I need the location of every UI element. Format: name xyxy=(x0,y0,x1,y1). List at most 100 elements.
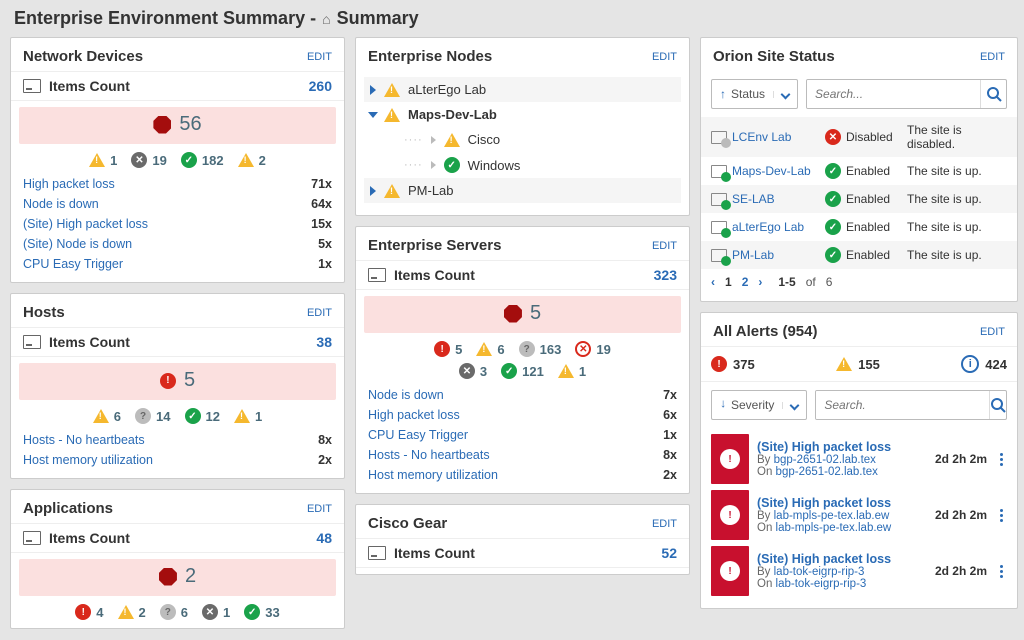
collapse-icon[interactable] xyxy=(368,112,378,118)
status-pair[interactable]: 1 xyxy=(558,364,586,379)
next-page[interactable]: › xyxy=(758,275,762,289)
alert-title[interactable]: (Site) High packet loss xyxy=(757,496,919,510)
kebab-menu[interactable] xyxy=(995,509,1007,522)
status-pair[interactable]: ✕19 xyxy=(575,341,610,357)
link-row: Host memory utilization2x xyxy=(368,465,677,485)
search-button[interactable] xyxy=(980,80,1006,108)
edit-link[interactable]: EDIT xyxy=(652,51,677,63)
link-list: Node is down7xHigh packet loss6xCPU Easy… xyxy=(356,381,689,487)
tree-item[interactable]: PM-Lab xyxy=(364,178,681,203)
search-input[interactable] xyxy=(807,80,980,108)
prev-page[interactable]: ‹ xyxy=(711,275,715,289)
alert-source[interactable]: bgp-2651-02.lab.tex xyxy=(774,454,876,466)
alert-target[interactable]: lab-tok-eigrp-rip-3 xyxy=(776,578,867,590)
status-pair[interactable]: ?6 xyxy=(160,604,188,620)
status-pair[interactable]: 6 xyxy=(93,409,121,424)
status-pair[interactable]: ✓12 xyxy=(185,408,220,424)
alert-link[interactable]: High packet loss xyxy=(23,177,115,191)
items-count-value[interactable]: 52 xyxy=(661,545,677,561)
search-input[interactable] xyxy=(816,391,989,419)
status-count: 2 xyxy=(139,605,146,620)
alert-source[interactable]: lab-mpls-pe-tex.lab.ew xyxy=(774,510,890,522)
status-pair[interactable]: ?163 xyxy=(519,341,562,357)
edit-link[interactable]: EDIT xyxy=(652,518,677,530)
alert-link[interactable]: Hosts - No heartbeats xyxy=(23,433,145,447)
alert-count: 15x xyxy=(311,217,332,231)
items-count-value[interactable]: 260 xyxy=(309,78,332,94)
critical-icon: ! xyxy=(160,373,176,389)
site-row: aLterEgo Lab✓EnabledThe site is up. xyxy=(701,213,1017,241)
status-count: 19 xyxy=(596,342,610,357)
disabled-icon: ✕ xyxy=(825,129,841,145)
status-pair[interactable]: 2 xyxy=(238,153,266,168)
alert-link[interactable]: Host memory utilization xyxy=(368,468,498,482)
status-count: 163 xyxy=(540,342,562,357)
status-pair[interactable]: ✕19 xyxy=(131,152,166,168)
page-2[interactable]: 2 xyxy=(742,275,749,289)
kebab-menu[interactable] xyxy=(995,565,1007,578)
edit-link[interactable]: EDIT xyxy=(307,51,332,63)
expand-icon[interactable] xyxy=(370,85,376,95)
alert-link[interactable]: Host memory utilization xyxy=(23,453,153,467)
alert-count: 7x xyxy=(663,388,677,402)
alert-target[interactable]: lab-mpls-pe-tex.lab.ew xyxy=(776,522,892,534)
status-pair[interactable]: !5 xyxy=(434,341,462,357)
status-pair[interactable]: ?14 xyxy=(135,408,170,424)
tree-child[interactable]: ···· Cisco xyxy=(364,127,681,152)
alert-link[interactable]: High packet loss xyxy=(368,408,460,422)
edit-link[interactable]: EDIT xyxy=(307,307,332,319)
search-button[interactable] xyxy=(989,391,1006,419)
alert-link[interactable]: Node is down xyxy=(368,388,444,402)
edit-link[interactable]: EDIT xyxy=(980,51,1005,63)
alert-age: 2d 2h 2m xyxy=(927,452,987,466)
status-pair[interactable]: 2 xyxy=(118,605,146,620)
site-link[interactable]: LCEnv Lab xyxy=(711,130,819,144)
status-pair[interactable]: ✕1 xyxy=(202,604,230,620)
site-link[interactable]: SE-LAB xyxy=(711,192,819,206)
sort-select[interactable]: ↑Status xyxy=(711,79,798,109)
alert-source[interactable]: lab-tok-eigrp-rip-3 xyxy=(774,566,865,578)
status-pair[interactable]: 1 xyxy=(234,409,262,424)
site-link[interactable]: aLterEgo Lab xyxy=(711,220,819,234)
alert-link[interactable]: Hosts - No heartbeats xyxy=(368,448,490,462)
items-count-label: Items Count xyxy=(49,78,130,94)
status-pair[interactable]: 6 xyxy=(476,342,504,357)
alert-link[interactable]: (Site) High packet loss xyxy=(23,217,148,231)
panel-orion-site-status: Orion Site Status EDIT ↑Status LCEnv Lab… xyxy=(700,37,1018,302)
tree-item[interactable]: aLterEgo Lab xyxy=(364,77,681,102)
by-label: By xyxy=(757,510,770,522)
chevron-down-icon[interactable] xyxy=(773,91,797,98)
expand-icon[interactable] xyxy=(370,186,376,196)
tree-child[interactable]: ···· ✓ Windows xyxy=(364,152,681,178)
page-1[interactable]: 1 xyxy=(725,275,732,289)
status-pair[interactable]: 1 xyxy=(89,153,117,168)
kebab-menu[interactable] xyxy=(995,453,1007,466)
alert-title[interactable]: (Site) High packet loss xyxy=(757,440,919,454)
alert-link[interactable]: CPU Easy Trigger xyxy=(23,257,123,271)
band-value: 2 xyxy=(185,565,196,588)
alert-target[interactable]: bgp-2651-02.lab.tex xyxy=(776,466,878,478)
status-cell: ✓Enabled xyxy=(825,247,901,263)
edit-link[interactable]: EDIT xyxy=(307,503,332,515)
alert-link[interactable]: CPU Easy Trigger xyxy=(368,428,468,442)
chevron-down-icon[interactable] xyxy=(782,402,806,409)
status-strip: 6 ?14 ✓12 1 xyxy=(11,404,344,426)
alert-link[interactable]: Node is down xyxy=(23,197,99,211)
status-pair[interactable]: !4 xyxy=(75,604,103,620)
alert-link[interactable]: (Site) Node is down xyxy=(23,237,132,251)
status-pair[interactable]: ✓121 xyxy=(501,363,544,379)
sort-select[interactable]: ↑Severity xyxy=(711,390,807,420)
status-pair[interactable]: ✕3 xyxy=(459,363,487,379)
edit-link[interactable]: EDIT xyxy=(980,326,1005,338)
edit-link[interactable]: EDIT xyxy=(652,240,677,252)
items-count-value[interactable]: 323 xyxy=(654,267,677,283)
tree-item[interactable]: Maps-Dev-Lab xyxy=(364,102,681,127)
site-link[interactable]: PM-Lab xyxy=(711,248,819,262)
site-link[interactable]: Maps-Dev-Lab xyxy=(711,164,819,178)
status-pair[interactable]: ✓33 xyxy=(244,604,279,620)
items-count-value[interactable]: 38 xyxy=(316,334,332,350)
items-count-value[interactable]: 48 xyxy=(316,530,332,546)
critical-icon: ! xyxy=(720,561,740,581)
status-pair[interactable]: ✓182 xyxy=(181,152,224,168)
alert-title[interactable]: (Site) High packet loss xyxy=(757,552,919,566)
